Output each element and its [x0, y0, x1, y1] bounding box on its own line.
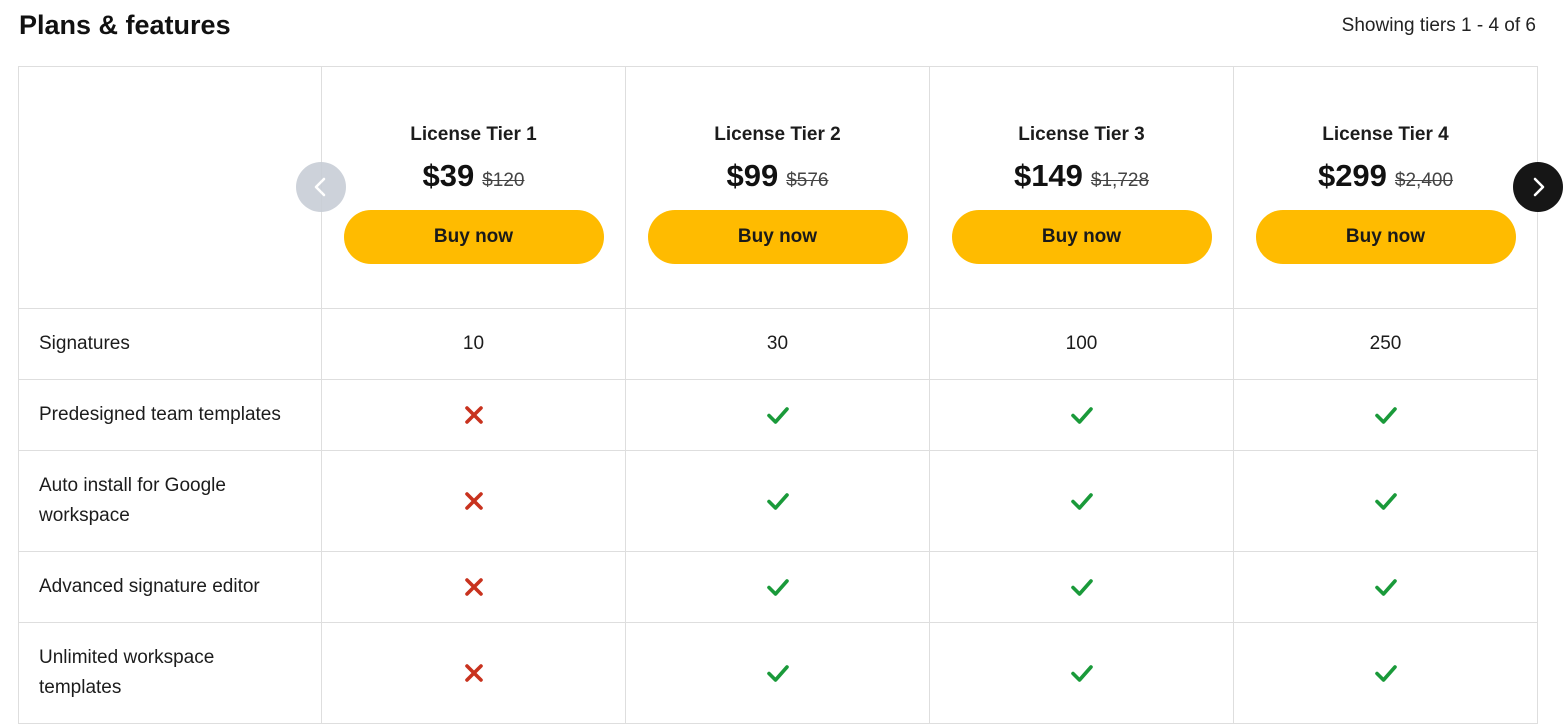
check-icon — [1374, 493, 1397, 510]
feature-mark-cell — [929, 622, 1234, 724]
tier-card-4: License Tier 4 $299 $2,400 Buy now — [1233, 66, 1538, 309]
cross-icon — [464, 406, 483, 424]
buy-now-button[interactable]: Buy now — [343, 209, 604, 264]
chevron-left-icon — [314, 177, 326, 197]
feature-mark-cell — [929, 551, 1234, 623]
feature-row-unlimited-templates: Unlimited workspace templates — [18, 622, 1538, 724]
page-title: Plans & features — [19, 10, 231, 40]
tier-old-price: $1,728 — [1090, 169, 1150, 191]
header-empty-cell — [18, 66, 322, 309]
feature-mark-cell — [321, 379, 626, 451]
feature-label: Advanced signature editor — [18, 551, 322, 623]
feature-mark-cell — [321, 450, 626, 552]
feature-value: 30 — [625, 308, 930, 380]
price-line: $149 $1,728 — [930, 158, 1233, 194]
tier-counter: Showing tiers 1 - 4 of 6 — [1341, 15, 1536, 36]
tier-card-2: License Tier 2 $99 $576 Buy now — [625, 66, 930, 309]
feature-row-auto-install: Auto install for Google workspace — [18, 450, 1538, 552]
feature-mark-cell — [929, 379, 1234, 451]
tier-old-price: $576 — [786, 169, 829, 191]
feature-mark-cell — [321, 622, 626, 724]
feature-label: Signatures — [18, 308, 322, 380]
feature-value: 10 — [321, 308, 626, 380]
price-line: $39 $120 — [322, 158, 625, 194]
feature-mark-cell — [1233, 379, 1538, 451]
tier-header-row: License Tier 1 $39 $120 Buy now License … — [18, 66, 1538, 309]
feature-mark-cell — [929, 450, 1234, 552]
feature-row-advanced-editor: Advanced signature editor — [18, 551, 1538, 623]
check-icon — [1070, 493, 1093, 510]
feature-label: Predesigned team templates — [18, 379, 322, 451]
tier-price: $99 — [726, 157, 779, 193]
buy-now-button[interactable]: Buy now — [647, 209, 908, 264]
check-icon — [766, 493, 789, 510]
cross-icon — [464, 492, 483, 510]
feature-mark-cell — [625, 551, 930, 623]
feature-value: 100 — [929, 308, 1234, 380]
cross-icon — [464, 664, 483, 682]
feature-value: 250 — [1233, 308, 1538, 380]
feature-mark-cell — [1233, 622, 1538, 724]
next-tiers-button[interactable] — [1513, 162, 1563, 212]
tier-name: License Tier 4 — [1322, 123, 1449, 145]
chevron-right-icon — [1533, 177, 1545, 197]
check-icon — [766, 665, 789, 682]
check-icon — [766, 579, 789, 596]
feature-row-signatures: Signatures 10 30 100 250 — [18, 308, 1538, 380]
tier-price: $149 — [1013, 157, 1083, 193]
tier-name: License Tier 1 — [410, 123, 537, 145]
feature-row-team-templates: Predesigned team templates — [18, 379, 1538, 451]
check-icon — [766, 407, 789, 424]
tier-price: $299 — [1317, 157, 1387, 193]
tier-old-price: $2,400 — [1394, 169, 1454, 191]
tier-old-price: $120 — [482, 169, 525, 191]
check-icon — [1374, 579, 1397, 596]
feature-label: Auto install for Google workspace — [18, 450, 322, 552]
check-icon — [1070, 665, 1093, 682]
check-icon — [1374, 407, 1397, 424]
feature-mark-cell — [625, 622, 930, 724]
plans-table: License Tier 1 $39 $120 Buy now License … — [18, 66, 1538, 724]
feature-mark-cell — [1233, 450, 1538, 552]
feature-mark-cell — [321, 551, 626, 623]
cross-icon — [464, 578, 483, 596]
tier-name: License Tier 3 — [1018, 123, 1145, 145]
plans-page: Plans & features Showing tiers 1 - 4 of … — [0, 0, 1567, 725]
check-icon — [1070, 407, 1093, 424]
check-icon — [1070, 579, 1093, 596]
tier-card-1: License Tier 1 $39 $120 Buy now — [321, 66, 626, 309]
price-line: $99 $576 — [626, 158, 929, 194]
prev-tiers-button[interactable] — [296, 162, 346, 212]
feature-label: Unlimited workspace templates — [18, 622, 322, 724]
feature-mark-cell — [625, 379, 930, 451]
price-line: $299 $2,400 — [1234, 158, 1537, 194]
feature-mark-cell — [625, 450, 930, 552]
buy-now-button[interactable]: Buy now — [1255, 209, 1516, 264]
tier-price: $39 — [422, 157, 475, 193]
feature-mark-cell — [1233, 551, 1538, 623]
buy-now-button[interactable]: Buy now — [951, 209, 1212, 264]
check-icon — [1374, 665, 1397, 682]
tier-name: License Tier 2 — [714, 123, 841, 145]
tier-card-3: License Tier 3 $149 $1,728 Buy now — [929, 66, 1234, 309]
